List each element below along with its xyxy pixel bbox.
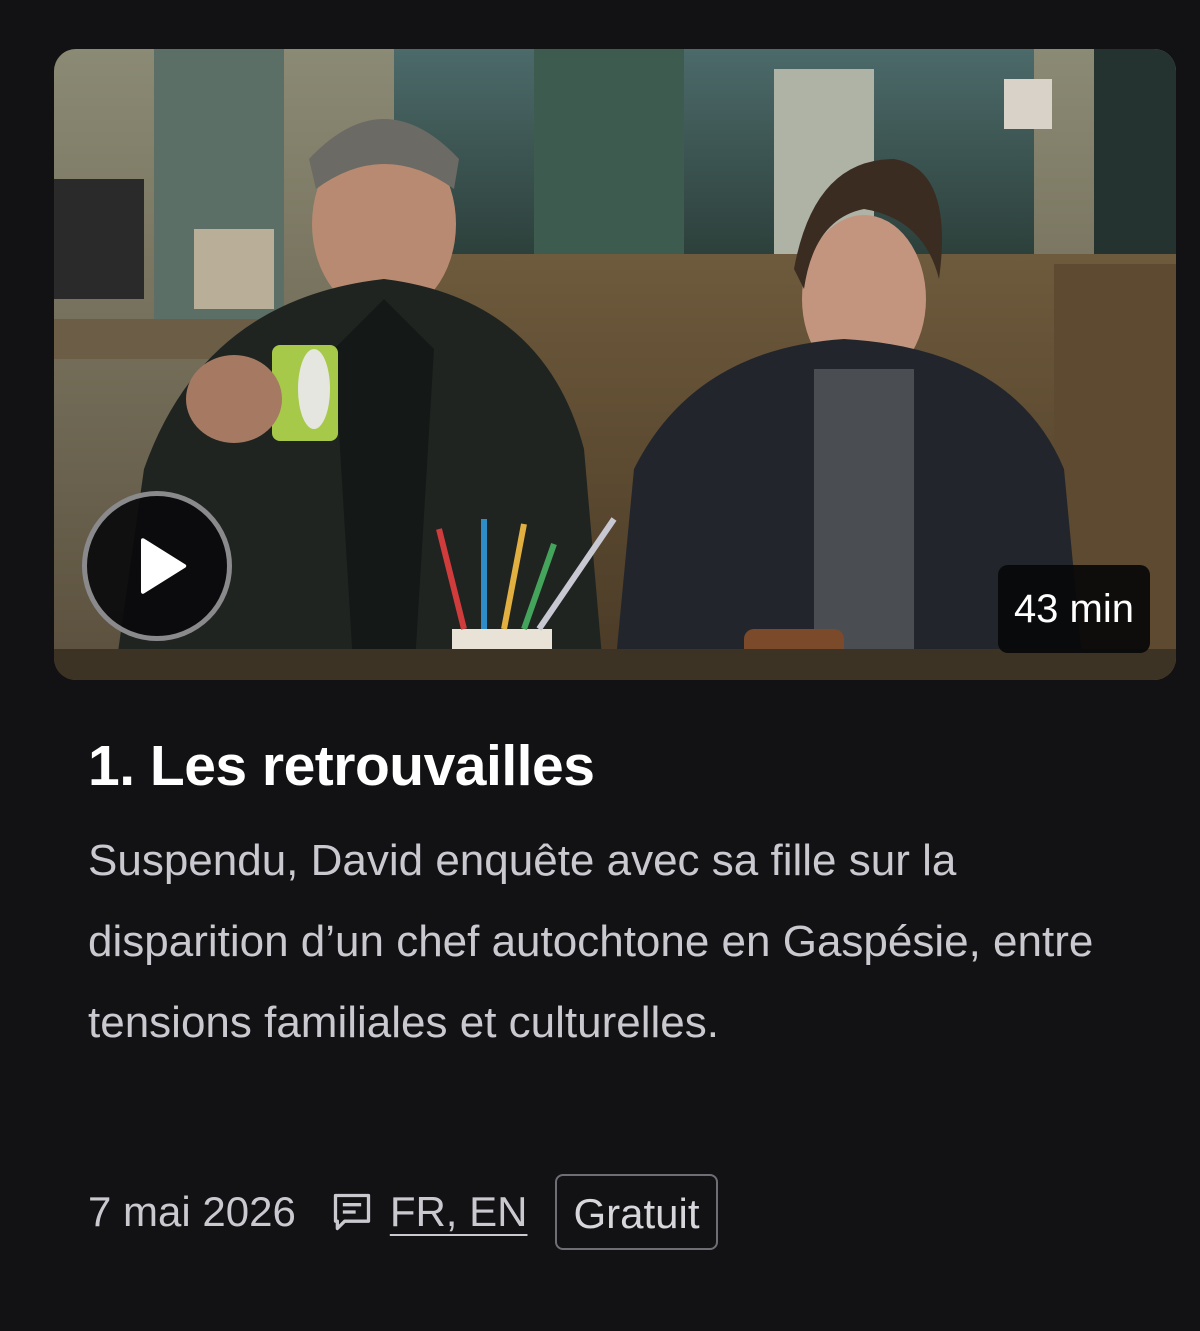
release-date: 7 mai 2026 xyxy=(88,1188,296,1235)
play-button[interactable] xyxy=(82,491,232,641)
episode-description: Suspendu, David enquête avec sa fille su… xyxy=(88,836,1094,1047)
episode-card: 43 min 1. Les retrouvailles Suspendu, Da… xyxy=(0,0,1200,1331)
episode-meta: 7 mai 2026 FR, EN Gratuit xyxy=(88,1172,718,1252)
subtitle-languages-link[interactable]: FR, EN xyxy=(390,1188,528,1236)
episode-title[interactable]: 1. Les retrouvailles xyxy=(88,730,595,802)
subtitles-icon xyxy=(333,1193,370,1231)
free-badge: Gratuit xyxy=(555,1174,718,1250)
episode-thumbnail[interactable]: 43 min xyxy=(54,49,1176,680)
play-icon xyxy=(140,538,187,594)
duration-badge: 43 min xyxy=(997,565,1150,653)
